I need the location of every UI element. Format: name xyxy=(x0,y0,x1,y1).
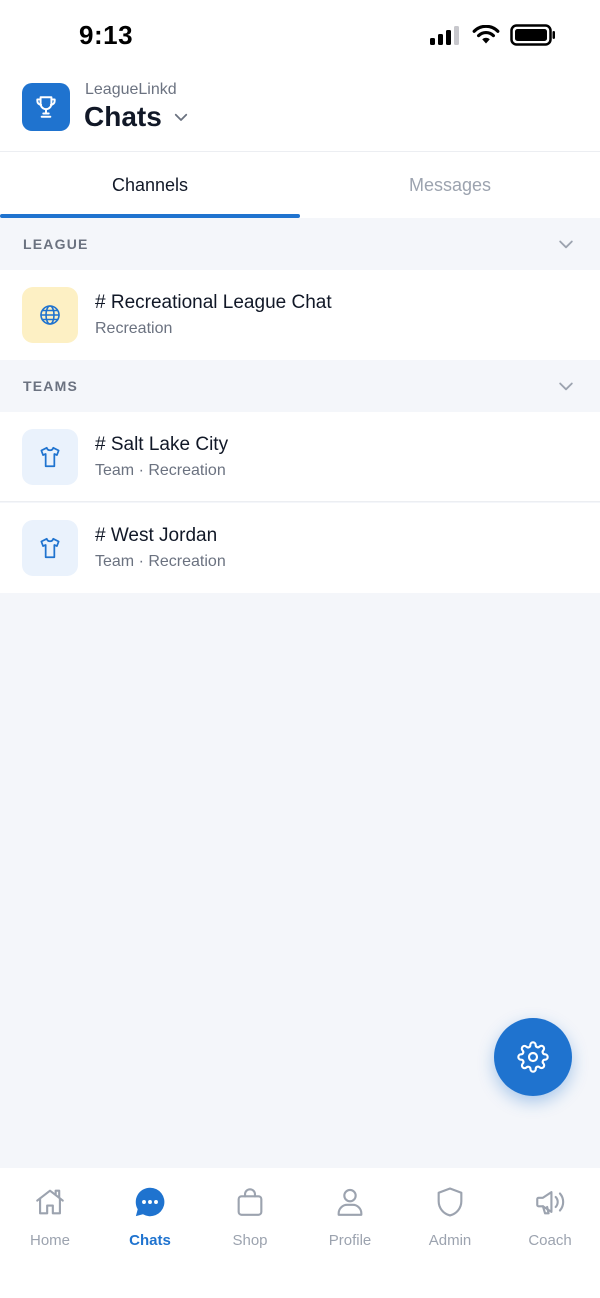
nav-label: Shop xyxy=(232,1232,268,1249)
channel-name: # Recreational League Chat xyxy=(95,292,332,313)
gear-icon xyxy=(517,1041,549,1073)
nav-label: Admin xyxy=(428,1232,472,1249)
shield-icon xyxy=(432,1184,468,1220)
shirt-icon xyxy=(22,428,78,485)
channel-subtitle: Team · Recreation xyxy=(95,461,226,479)
chevron-down-icon xyxy=(559,240,573,249)
megaphone-icon xyxy=(532,1184,568,1220)
bottom-nav: Home Chats Shop Profile Admin Coach xyxy=(0,1168,600,1298)
channel-row-salt-lake-city[interactable]: # Salt Lake City Team · Recreation xyxy=(0,412,600,502)
app-header: LeagueLinkd Chats xyxy=(0,70,600,152)
settings-fab-button[interactable] xyxy=(494,1018,572,1096)
status-icons xyxy=(430,24,556,46)
tab-channels[interactable]: Channels xyxy=(0,152,300,218)
channel-row-recreational-league-chat[interactable]: # Recreational League Chat Recreation xyxy=(0,270,600,360)
shopping-bag-icon xyxy=(232,1184,268,1220)
tab-channels-label: Channels xyxy=(111,174,189,195)
nav-item-home[interactable]: Home xyxy=(0,1168,100,1298)
nav-label: Profile xyxy=(328,1232,372,1249)
shirt-icon xyxy=(22,520,78,576)
person-icon xyxy=(332,1184,368,1220)
section-header-league[interactable]: LEAGUE xyxy=(0,218,600,270)
chevron-down-icon xyxy=(559,382,573,391)
status-bar: 9:13 xyxy=(0,0,600,70)
chat-tabs: Channels Messages xyxy=(0,152,600,218)
context-switcher[interactable]: Chats xyxy=(84,101,190,133)
nav-item-coach[interactable]: Coach xyxy=(500,1168,600,1298)
app-name: LeagueLinkd xyxy=(85,81,177,98)
globe-icon xyxy=(22,287,78,343)
channel-name: # West Jordan xyxy=(95,525,218,546)
chat-bubble-icon xyxy=(132,1184,168,1220)
channel-row-west-jordan[interactable]: # West Jordan Team · Recreation xyxy=(0,503,600,593)
cellular-signal-icon xyxy=(430,26,459,45)
trophy-logo-icon xyxy=(22,83,70,131)
nav-item-shop[interactable]: Shop xyxy=(200,1168,300,1298)
nav-item-chats[interactable]: Chats xyxy=(100,1168,200,1298)
section-header-teams[interactable]: TEAMS xyxy=(0,360,600,412)
channel-subtitle: Team · Recreation xyxy=(95,553,226,570)
nav-label: Coach xyxy=(528,1232,572,1249)
section-label-league: LEAGUE xyxy=(23,236,89,252)
section-label-teams: TEAMS xyxy=(23,378,78,394)
home-icon xyxy=(32,1184,68,1220)
chevron-down-icon xyxy=(174,113,187,121)
tab-messages-label: Messages xyxy=(408,174,492,195)
battery-icon xyxy=(510,24,555,46)
nav-item-admin[interactable]: Admin xyxy=(400,1168,500,1298)
channel-subtitle: Recreation xyxy=(95,320,173,337)
page-title: Chats xyxy=(84,101,162,132)
channel-name: # Salt Lake City xyxy=(95,433,229,455)
wifi-icon xyxy=(472,25,500,44)
tab-messages[interactable]: Messages xyxy=(300,152,600,218)
nav-label: Home xyxy=(29,1232,70,1249)
status-time: 9:13 xyxy=(79,20,134,50)
nav-item-profile[interactable]: Profile xyxy=(300,1168,400,1298)
nav-label: Chats xyxy=(129,1232,171,1249)
